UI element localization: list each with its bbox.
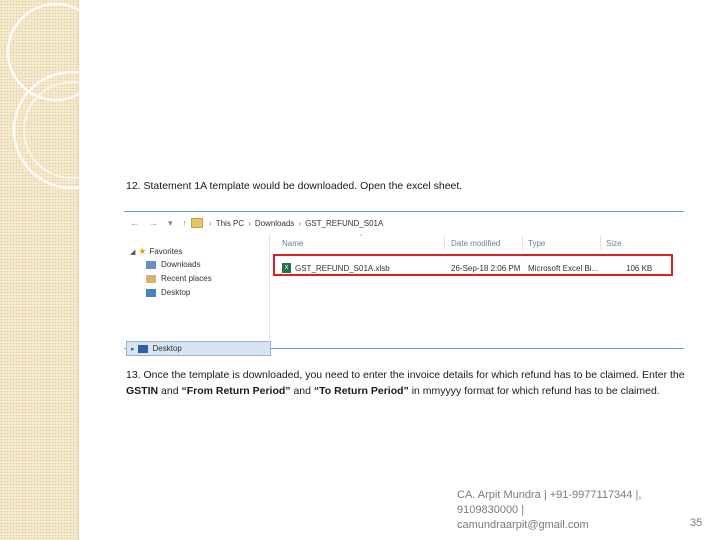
red-highlight-box xyxy=(273,254,673,276)
breadcrumb-separator-icon: › xyxy=(298,218,302,228)
column-header-date-modified[interactable]: Date modified xyxy=(451,239,500,248)
breadcrumb-current-folder[interactable]: GST_REFUND_S01A xyxy=(305,219,383,228)
step-13-text-line2: GSTIN and “From Return Period” and “To R… xyxy=(126,385,660,397)
to-return-period-label: “To Return Period” xyxy=(313,385,409,397)
expand-arrow-icon: ▸ xyxy=(131,345,135,353)
breadcrumb-separator-icon: › xyxy=(248,218,251,228)
column-header-name[interactable]: Name xyxy=(282,239,303,248)
back-arrow-icon[interactable]: ← xyxy=(130,218,139,228)
connector-text: and xyxy=(290,385,314,397)
sidebar-item-downloads[interactable]: Downloads xyxy=(146,260,201,269)
address-bar: ← → ▾ ↑ › This PC › Downloads › GST_REFU… xyxy=(124,212,684,234)
gstin-label: GSTIN xyxy=(126,385,159,397)
step-13-rest: in mmyyyy format for which refund has to… xyxy=(408,385,660,397)
desktop-icon xyxy=(137,344,148,353)
recent-places-icon xyxy=(146,274,156,283)
breadcrumb-downloads[interactable]: Downloads xyxy=(255,219,295,228)
column-header-size[interactable]: Size xyxy=(606,239,622,248)
connector-text: and xyxy=(158,385,182,397)
expand-arrow-icon: ◢ xyxy=(130,248,136,256)
folder-icon xyxy=(191,218,204,228)
column-divider[interactable] xyxy=(522,236,523,250)
sort-caret-icon: ˆ xyxy=(360,235,363,242)
sidebar-item-recent-places[interactable]: Recent places xyxy=(146,274,212,283)
star-icon: ★ xyxy=(138,246,147,256)
sidebar-item-label: Favorites xyxy=(149,247,183,256)
forward-arrow-icon[interactable]: → xyxy=(149,218,158,228)
sidebar-item-label: Desktop xyxy=(161,288,191,297)
navigation-pane: ◢ ★ Favorites Downloads Recent places De… xyxy=(124,240,271,356)
step-13-text-line1: 13. Once the template is downloaded, you… xyxy=(126,369,685,381)
downloads-folder-icon xyxy=(146,260,156,269)
column-divider[interactable] xyxy=(600,236,601,250)
decorative-circles xyxy=(6,2,132,190)
sidebar-item-label: Desktop xyxy=(152,344,182,353)
contact-line: CA. Arpit Mundra | +91-9977117344 |, xyxy=(457,489,642,501)
breadcrumb-separator-icon: › xyxy=(209,218,212,228)
from-return-period-label: “From Return Period” xyxy=(181,385,291,397)
column-divider[interactable] xyxy=(444,236,445,250)
up-arrow-icon[interactable]: ↑ xyxy=(183,218,188,228)
sidebar-item-label: Downloads xyxy=(161,260,201,269)
contact-email: camundraarpit@gmail.com xyxy=(457,519,589,531)
sidebar-item-desktop[interactable]: Desktop xyxy=(146,288,190,297)
desktop-icon xyxy=(146,288,156,297)
sidebar-item-desktop-tree[interactable]: ▸ Desktop xyxy=(126,341,271,356)
contact-line: 9109830000 | xyxy=(457,504,525,516)
sidebar-item-favorites[interactable]: ◢ ★ Favorites xyxy=(130,246,182,257)
recent-chevron-icon[interactable]: ▾ xyxy=(168,218,173,229)
breadcrumb-this-pc[interactable]: This PC xyxy=(216,219,244,228)
page-number: 35 xyxy=(690,517,703,529)
pane-divider[interactable] xyxy=(269,234,270,346)
column-header-type[interactable]: Type xyxy=(528,239,545,248)
footer-contact: CA. Arpit Mundra | +91-9977117344 |, 910… xyxy=(457,488,667,533)
file-explorer-window: ← → ▾ ↑ › This PC › Downloads › GST_REFU… xyxy=(124,211,684,356)
sidebar-item-label: Recent places xyxy=(161,274,212,283)
step-12-text: 12. Statement 1A template would be downl… xyxy=(126,180,463,192)
